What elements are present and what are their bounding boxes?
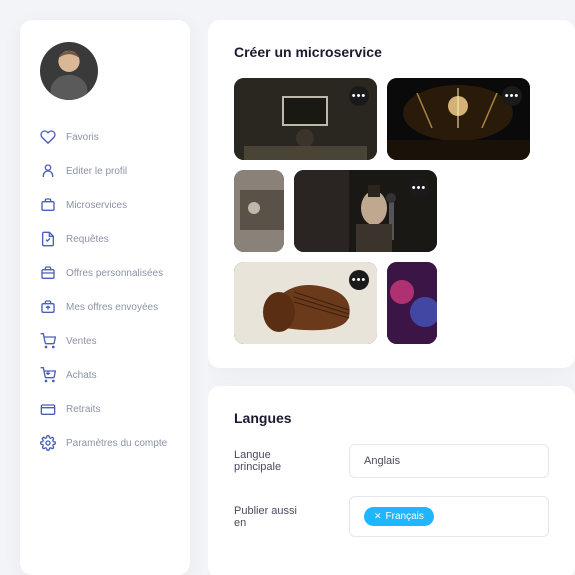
briefcase-icon: [40, 197, 56, 213]
document-icon: [40, 231, 56, 247]
row-label: Publier aussi en: [234, 505, 309, 529]
row-label: Langue principale: [234, 449, 309, 473]
user-icon: [40, 163, 56, 179]
sidebar-item-requests[interactable]: Requêtes: [34, 226, 176, 252]
languages-card: Langues Langue principale Anglais Publie…: [208, 386, 575, 575]
sidebar-item-purchases[interactable]: Achats: [34, 362, 176, 388]
sidebar-item-label: Offres personnalisées: [66, 268, 163, 279]
thumbnail-item[interactable]: •••: [387, 78, 530, 160]
offers-icon: [40, 265, 56, 281]
more-icon[interactable]: •••: [349, 86, 369, 106]
sidebar-item-label: Paramètres du compte: [66, 438, 167, 449]
sidebar-item-label: Retraits: [66, 404, 100, 415]
also-publish-row: Publier aussi en ✕Français: [234, 496, 549, 537]
sidebar-item-favoris[interactable]: Favoris: [34, 124, 176, 150]
sidebar-item-sales[interactable]: Ventes: [34, 328, 176, 354]
sidebar-item-label: Microservices: [66, 200, 127, 211]
sent-icon: [40, 299, 56, 315]
select-value: Anglais: [364, 455, 400, 467]
remove-icon[interactable]: ✕: [374, 511, 382, 522]
main-content: Créer un microservice ••• ••• •••: [208, 20, 575, 575]
wallet-icon: [40, 401, 56, 417]
sidebar-item-label: Ventes: [66, 336, 97, 347]
thumbnail-item[interactable]: •••: [234, 262, 377, 344]
cart-icon: [40, 333, 56, 349]
also-publish-select[interactable]: ✕Français: [349, 496, 549, 537]
more-icon[interactable]: •••: [349, 270, 369, 290]
thumbnail-item[interactable]: [387, 262, 437, 344]
thumbnail-item[interactable]: •••: [294, 170, 437, 252]
sidebar-item-sent-offers[interactable]: Mes offres envoyées: [34, 294, 176, 320]
sidebar-item-label: Achats: [66, 370, 97, 381]
thumbnail-item[interactable]: •••: [234, 78, 377, 160]
language-chip[interactable]: ✕Français: [364, 507, 434, 526]
sidebar-item-label: Editer le profil: [66, 166, 127, 177]
section-title: Langues: [234, 410, 549, 426]
sidebar-item-label: Mes offres envoyées: [66, 302, 158, 313]
sidebar: Favoris Editer le profil Microservices R…: [20, 20, 190, 575]
sidebar-item-account-settings[interactable]: Paramètres du compte: [34, 430, 176, 456]
sidebar-item-label: Requêtes: [66, 234, 109, 245]
sidebar-item-microservices[interactable]: Microservices: [34, 192, 176, 218]
more-icon[interactable]: •••: [502, 86, 522, 106]
heart-icon: [40, 129, 56, 145]
primary-language-row: Langue principale Anglais: [234, 444, 549, 478]
primary-language-select[interactable]: Anglais: [349, 444, 549, 478]
avatar[interactable]: [40, 42, 98, 100]
cart-down-icon: [40, 367, 56, 383]
sidebar-nav: Favoris Editer le profil Microservices R…: [34, 124, 176, 456]
sidebar-item-edit-profile[interactable]: Editer le profil: [34, 158, 176, 184]
sidebar-item-custom-offers[interactable]: Offres personnalisées: [34, 260, 176, 286]
section-title: Créer un microservice: [234, 44, 549, 60]
sidebar-item-withdrawals[interactable]: Retraits: [34, 396, 176, 422]
more-icon[interactable]: •••: [409, 178, 429, 198]
create-microservice-card: Créer un microservice ••• ••• •••: [208, 20, 575, 368]
sidebar-item-label: Favoris: [66, 132, 99, 143]
thumbnail-item[interactable]: [234, 170, 284, 252]
thumbnail-grid: ••• ••• ••• •••: [234, 78, 549, 344]
gear-icon: [40, 435, 56, 451]
